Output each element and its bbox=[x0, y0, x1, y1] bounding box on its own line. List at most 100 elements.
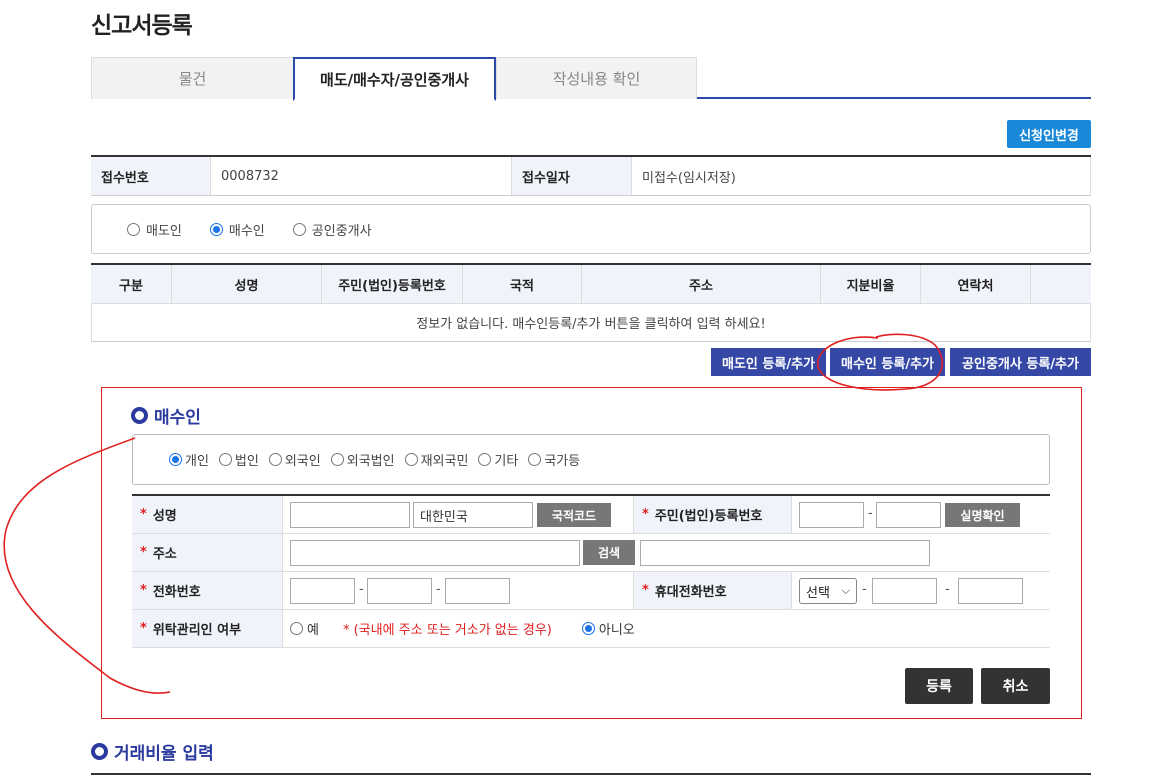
tab-parties[interactable]: 매도/매수자/공인중개사 bbox=[293, 57, 496, 101]
trustee-no-label: 아니오 bbox=[598, 623, 635, 638]
address-search-button[interactable]: 검색 bbox=[583, 540, 635, 565]
party-type-radio-group: 매도인 매수인 공인중개사 bbox=[91, 204, 1091, 254]
radio-type-foreign-corp-circle[interactable] bbox=[330, 453, 344, 466]
name-label: * 성명 bbox=[132, 496, 283, 533]
col-category: 구분 bbox=[91, 265, 172, 303]
form-row-address: * 주소 검색 bbox=[132, 534, 1050, 572]
mobile-label-text: 휴대전화번호 bbox=[654, 585, 727, 600]
radio-type-foreigner-label: 외국인 bbox=[284, 454, 321, 469]
chevron-down-icon: ⌵ bbox=[841, 584, 850, 597]
radio-type-corporation-circle[interactable] bbox=[218, 453, 232, 466]
radio-broker[interactable]: 공인중개사 bbox=[292, 220, 372, 239]
mobile-part3-input[interactable] bbox=[958, 578, 1023, 604]
tab-bar: 물건 매도/매수자/공인중개사 작성내용 확인 bbox=[91, 57, 1091, 101]
phone-label-text: 전화번호 bbox=[152, 585, 201, 600]
rrn-back-input[interactable] bbox=[876, 502, 941, 528]
address-label: * 주소 bbox=[132, 534, 283, 571]
col-rrn: 주민(법인)등록번호 bbox=[322, 265, 463, 303]
add-broker-button[interactable]: 공인중개사 등록/추가 bbox=[950, 348, 1091, 376]
party-list-table: 구분 성명 주민(법인)등록번호 국적 주소 지분비율 연락처 정보가 없습니다… bbox=[91, 263, 1091, 342]
party-list-header: 구분 성명 주민(법인)등록번호 국적 주소 지분비율 연락처 bbox=[91, 265, 1091, 304]
mobile-part2-input[interactable] bbox=[872, 578, 937, 604]
radio-type-other-circle[interactable] bbox=[478, 453, 492, 466]
mobile-cell: 선택 ⌵ - - bbox=[792, 572, 1050, 609]
phone-part1-input[interactable] bbox=[290, 578, 355, 604]
radio-type-individual-label: 개인 bbox=[185, 454, 209, 469]
rrn-front-input[interactable] bbox=[799, 502, 864, 528]
radio-type-foreigner[interactable]: 외국인 bbox=[268, 450, 321, 469]
required-mark: * bbox=[642, 583, 649, 598]
add-buyer-button[interactable]: 매수인 등록/추가 bbox=[830, 348, 945, 376]
address-input[interactable] bbox=[290, 540, 580, 566]
name-cell: 대한민국 국적코드 bbox=[283, 496, 634, 533]
tab-review[interactable]: 작성내용 확인 bbox=[496, 57, 697, 99]
party-list-empty-message: 정보가 없습니다. 매수인등록/추가 버튼을 클릭하여 입력 하세요! bbox=[91, 304, 1091, 342]
register-button[interactable]: 등록 bbox=[905, 668, 973, 704]
section-bullet-icon bbox=[91, 743, 108, 760]
buyer-type-radio-group: 개인 법인 외국인 외국법인 재외국민 기타 국가등 bbox=[132, 434, 1050, 485]
cancel-button[interactable]: 취소 bbox=[981, 668, 1050, 704]
trustee-cell: 예 * (국내에 주소 또는 거소가 없는 경우) 아니오 bbox=[283, 610, 1050, 647]
receipt-info-table: 접수번호 0008732 접수일자 미접수(임시저장) bbox=[91, 155, 1091, 196]
form-row-phone: * 전화번호 - - * 휴대전화번호 선택 ⌵ - - bbox=[132, 572, 1050, 610]
mobile-prefix-value: 선택 bbox=[806, 585, 830, 601]
phone-cell: - - bbox=[283, 572, 634, 609]
radio-type-corporation-label: 법인 bbox=[234, 454, 259, 469]
nationality-input[interactable]: 대한민국 bbox=[413, 502, 533, 528]
trustee-yes-radio[interactable] bbox=[290, 622, 303, 635]
phone-part3-input[interactable] bbox=[445, 578, 510, 604]
radio-type-overseas-korean[interactable]: 재외국민 bbox=[404, 450, 468, 469]
address-detail-input[interactable] bbox=[640, 540, 930, 566]
radio-type-corporation[interactable]: 법인 bbox=[218, 450, 259, 469]
radio-broker-label: 공인중개사 bbox=[311, 223, 372, 239]
radio-broker-circle[interactable] bbox=[292, 222, 306, 236]
form-row-trustee: * 위탁관리인 여부 예 * (국내에 주소 또는 거소가 없는 경우) 아니오 bbox=[132, 610, 1050, 648]
add-seller-button[interactable]: 매도인 등록/추가 bbox=[711, 348, 826, 376]
rrn-label: * 주민(법인)등록번호 bbox=[634, 496, 792, 533]
rrn-cell: - 실명확인 bbox=[792, 496, 1050, 533]
trustee-yes-label: 예 bbox=[307, 623, 319, 638]
name-input[interactable] bbox=[290, 502, 410, 528]
buyer-form-table: * 성명 대한민국 국적코드 * 주민(법인)등록번호 - 실명확인 * 주소 검색 … bbox=[132, 494, 1050, 648]
radio-type-foreigner-circle[interactable] bbox=[268, 453, 282, 466]
radio-seller[interactable]: 매도인 bbox=[127, 220, 182, 239]
trustee-note: * (국내에 주소 또는 거소가 없는 경우) bbox=[342, 623, 552, 638]
radio-type-individual[interactable]: 개인 bbox=[169, 450, 209, 469]
mobile-prefix-select[interactable]: 선택 ⌵ bbox=[799, 578, 857, 604]
phone-label: * 전화번호 bbox=[132, 572, 283, 609]
radio-type-other[interactable]: 기타 bbox=[478, 450, 518, 469]
verify-name-button[interactable]: 실명확인 bbox=[945, 503, 1020, 527]
radio-buyer-label: 매수인 bbox=[228, 223, 265, 239]
trustee-label: * 위탁관리인 여부 bbox=[132, 610, 283, 647]
address-label-text: 주소 bbox=[152, 547, 177, 562]
radio-buyer-circle[interactable] bbox=[209, 222, 223, 236]
change-applicant-button[interactable]: 신청인변경 bbox=[1007, 120, 1091, 148]
radio-type-state[interactable]: 국가등 bbox=[528, 450, 580, 469]
required-mark: * bbox=[140, 583, 147, 598]
radio-type-other-label: 기타 bbox=[494, 454, 519, 469]
required-mark: * bbox=[642, 507, 649, 522]
radio-buyer[interactable]: 매수인 bbox=[209, 220, 265, 239]
rrn-label-text: 주민(법인)등록번호 bbox=[654, 509, 763, 524]
radio-seller-circle[interactable] bbox=[127, 222, 140, 236]
trustee-label-text: 위탁관리인 여부 bbox=[152, 623, 242, 638]
required-mark: * bbox=[140, 507, 147, 522]
radio-seller-label: 매도인 bbox=[146, 223, 182, 239]
radio-type-state-circle[interactable] bbox=[528, 453, 542, 466]
section-bullet-icon bbox=[131, 407, 148, 424]
col-extra bbox=[1031, 265, 1091, 303]
receipt-number-value: 0008732 bbox=[211, 157, 512, 195]
trustee-no-radio[interactable] bbox=[581, 622, 595, 635]
phone-part2-input[interactable] bbox=[367, 578, 432, 604]
mobile-dash-2: - bbox=[945, 582, 950, 597]
receipt-number-label: 접수번호 bbox=[91, 157, 211, 195]
radio-type-overseas-korean-circle[interactable] bbox=[404, 453, 418, 466]
phone-dash-2: - bbox=[436, 582, 441, 597]
trade-ratio-title-text: 거래비율 입력 bbox=[114, 744, 214, 764]
radio-type-individual-circle[interactable] bbox=[169, 453, 182, 466]
radio-type-foreign-corp[interactable]: 외국법인 bbox=[330, 450, 395, 469]
col-name: 성명 bbox=[172, 265, 322, 303]
nationality-code-button[interactable]: 국적코드 bbox=[537, 503, 611, 527]
tab-property[interactable]: 물건 bbox=[91, 57, 294, 99]
trade-ratio-table-top bbox=[91, 773, 1091, 775]
